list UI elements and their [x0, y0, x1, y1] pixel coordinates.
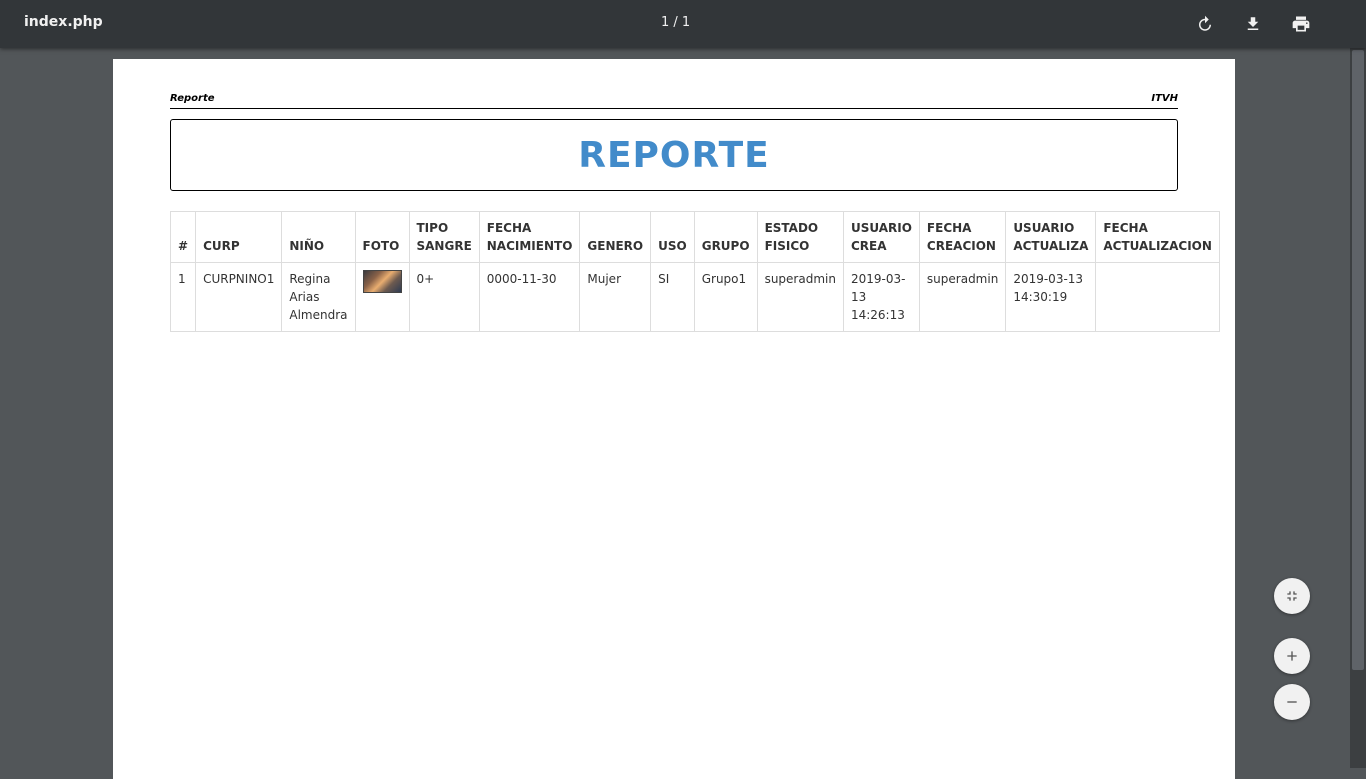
header-right-text: ITVH	[1151, 93, 1178, 104]
col-header: FECHA CREACION	[918, 211, 1007, 263]
table-header-row: # CURP NIÑO FOTO TIPO SANGRE FECHA NACIM…	[169, 211, 1220, 263]
cell-tipo-sangre: 0+	[408, 262, 480, 332]
zoom-out-icon	[1287, 701, 1297, 703]
download-button[interactable]	[1241, 12, 1265, 36]
cell-grupo: Grupo1	[693, 262, 758, 332]
header-left-text: Reporte	[170, 93, 215, 104]
col-header: FECHA ACTUALIZACION	[1095, 211, 1220, 263]
zoom-in-icon	[1287, 651, 1297, 661]
cell-estado-fisico: superadmin	[756, 262, 844, 332]
col-header: FECHA NACIMIENTO	[478, 211, 581, 263]
pdf-page: Reporte ITVH REPORTE # CURP NIÑO FOTO TI…	[113, 59, 1235, 779]
cell-nino: Regina Arias Almendra	[281, 262, 356, 332]
col-header: USUARIO ACTUALIZA	[1005, 211, 1097, 263]
cell-uso: SI	[650, 262, 695, 332]
cell-curp: CURPNINO1	[195, 262, 283, 332]
col-header: FOTO	[354, 211, 410, 263]
col-header: ESTADO FISICO	[756, 211, 844, 263]
page-header: Reporte ITVH	[170, 92, 1178, 109]
download-icon	[1247, 17, 1259, 30]
col-header: CURP	[195, 211, 283, 263]
rotate-icon	[1199, 15, 1211, 31]
pdf-toolbar: index.php 1 / 1	[0, 0, 1366, 48]
print-icon	[1292, 16, 1310, 32]
cell-fecha-actualizacion	[1095, 262, 1220, 332]
cell-fecha-creacion: superadmin	[918, 262, 1007, 332]
page-counter: 1 / 1	[661, 15, 691, 30]
print-button[interactable]	[1289, 12, 1313, 36]
report-title-box: REPORTE	[170, 119, 1178, 191]
cell-foto	[354, 262, 410, 332]
col-header: GENERO	[579, 211, 652, 263]
photo-thumbnail	[362, 270, 402, 293]
report-table: # CURP NIÑO FOTO TIPO SANGRE FECHA NACIM…	[169, 211, 1220, 332]
cell-num: 1	[169, 262, 197, 332]
cell-usuario-actualiza: 2019-03-13 14:30:19	[1005, 262, 1097, 332]
zoom-in-button[interactable]	[1274, 638, 1310, 674]
col-header: #	[169, 211, 197, 263]
col-header: USUARIO CREA	[842, 211, 920, 263]
cell-usuario-crea: 2019-03-13 14:26:13	[842, 262, 920, 332]
col-header: GRUPO	[693, 211, 758, 263]
fit-to-page-icon	[1287, 591, 1297, 601]
table-row: 1 CURPNINO1 Regina Arias Almendra 0+ 000…	[169, 262, 1220, 332]
cell-genero: Mujer	[579, 262, 652, 332]
col-header: TIPO SANGRE	[408, 211, 480, 263]
report-title: REPORTE	[578, 134, 770, 176]
col-header: USO	[650, 211, 695, 263]
scrollbar-thumb[interactable]	[1352, 50, 1364, 670]
rotate-button[interactable]	[1193, 12, 1217, 36]
fit-to-page-button[interactable]	[1274, 578, 1310, 614]
col-header: NIÑO	[281, 211, 356, 263]
cell-fecha-nacimiento: 0000-11-30	[478, 262, 581, 332]
document-title: index.php	[24, 14, 103, 30]
zoom-out-button[interactable]	[1274, 684, 1310, 720]
